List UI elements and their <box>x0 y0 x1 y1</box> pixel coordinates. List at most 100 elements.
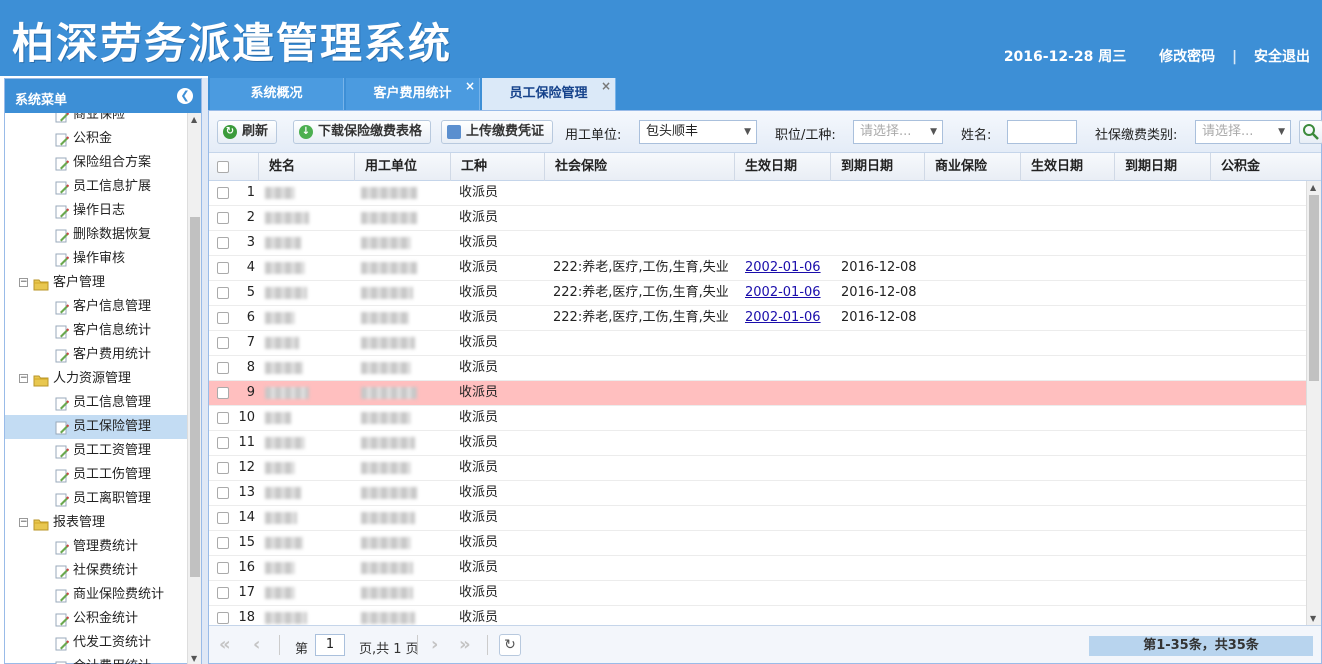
sidebar-item[interactable]: 商业保险费统计 <box>5 583 189 607</box>
sidebar-item[interactable]: − 客户管理 <box>5 271 189 295</box>
pager-refresh-icon[interactable]: ↻ <box>499 634 521 656</box>
name-input[interactable] <box>1007 120 1077 144</box>
row-checkbox[interactable] <box>217 437 229 449</box>
sidebar-scroll-thumb[interactable] <box>190 217 200 577</box>
sidebar-item[interactable]: 保险组合方案 <box>5 151 189 175</box>
last-page-icon[interactable]: » <box>459 636 471 654</box>
col-commercial-start[interactable]: 生效日期 <box>1021 153 1115 181</box>
tab-employee-insurance[interactable]: 员工保险管理 × <box>482 78 616 110</box>
col-social-start[interactable]: 生效日期 <box>735 153 831 181</box>
next-page-icon[interactable]: › <box>431 636 438 654</box>
scroll-down-icon[interactable]: ▼ <box>1310 614 1316 623</box>
table-row[interactable]: 16 收派员 <box>209 556 1306 581</box>
sidebar-item[interactable]: 商业保险 <box>5 113 189 127</box>
row-checkbox[interactable] <box>217 362 229 374</box>
row-checkbox[interactable] <box>217 562 229 574</box>
row-checkbox[interactable] <box>217 237 229 249</box>
table-row[interactable]: 5 收派员 222:养老,医疗,工伤,生育,失业 2002-01-06 2016-12-… <box>209 281 1306 306</box>
scroll-down-icon[interactable]: ▼ <box>191 654 197 663</box>
row-checkbox[interactable] <box>217 487 229 499</box>
col-social-insurance[interactable]: 社会保险 <box>545 153 735 181</box>
sidebar-item[interactable]: 员工信息管理 <box>5 391 189 415</box>
sidebar-item[interactable]: 合计费用统计 <box>5 655 189 664</box>
refresh-button[interactable]: ↻ 刷新 <box>217 120 278 144</box>
col-job[interactable]: 工种 <box>451 153 545 181</box>
row-checkbox[interactable] <box>217 587 229 599</box>
sidebar-item[interactable]: 公积金统计 <box>5 607 189 631</box>
sidebar-item[interactable]: 操作日志 <box>5 199 189 223</box>
sidebar-item[interactable]: 社保费统计 <box>5 559 189 583</box>
sidebar-item[interactable]: − 人力资源管理 <box>5 367 189 391</box>
row-checkbox[interactable] <box>217 387 229 399</box>
sidebar-item[interactable]: 删除数据恢复 <box>5 223 189 247</box>
row-checkbox[interactable] <box>217 412 229 424</box>
close-icon[interactable]: × <box>465 70 475 102</box>
col-name[interactable]: 姓名 <box>259 153 355 181</box>
tab-customer-fees[interactable]: 客户费用统计 × <box>346 78 480 110</box>
row-checkbox[interactable] <box>217 212 229 224</box>
table-row[interactable]: 8 收派员 <box>209 356 1306 381</box>
col-commercial-insurance[interactable]: 商业保险 <box>925 153 1021 181</box>
sidebar-item[interactable]: 员工信息扩展 <box>5 175 189 199</box>
upload-receipt-button[interactable]: 上传缴费凭证 <box>441 120 554 144</box>
sidebar-item[interactable]: 员工保险管理 <box>5 415 189 439</box>
change-password-link[interactable]: 修改密码 <box>1159 49 1215 65</box>
table-row[interactable]: 17 收派员 <box>209 581 1306 606</box>
table-row[interactable]: 6 收派员 222:养老,医疗,工伤,生育,失业 2002-01-06 2016-12-… <box>209 306 1306 331</box>
table-row[interactable]: 4 收派员 222:养老,医疗,工伤,生育,失业 2002-01-06 2016-12-… <box>209 256 1306 281</box>
row-checkbox[interactable] <box>217 512 229 524</box>
sidebar-scrollbar[interactable]: ▲ ▼ <box>187 113 201 664</box>
table-row[interactable]: 2 收派员 <box>209 206 1306 231</box>
table-row[interactable]: 3 收派员 <box>209 231 1306 256</box>
row-checkbox[interactable] <box>217 312 229 324</box>
row-checkbox[interactable] <box>217 337 229 349</box>
employer-select[interactable]: 包头顺丰 ▼ <box>639 120 757 144</box>
table-row[interactable]: 15 收派员 <box>209 531 1306 556</box>
sidebar-item[interactable]: 员工工资管理 <box>5 439 189 463</box>
col-commercial-end[interactable]: 到期日期 <box>1115 153 1211 181</box>
col-social-end[interactable]: 到期日期 <box>831 153 925 181</box>
table-row[interactable]: 13 收派员 <box>209 481 1306 506</box>
table-row[interactable]: 7 收派员 <box>209 331 1306 356</box>
collapse-sidebar-icon[interactable]: ❮ <box>177 88 193 104</box>
grid-scroll-thumb[interactable] <box>1309 195 1319 381</box>
table-row[interactable]: 11 收派员 <box>209 431 1306 456</box>
row-checkbox[interactable] <box>217 537 229 549</box>
collapse-node-icon[interactable]: − <box>19 518 28 527</box>
table-row[interactable]: 18 收派员 <box>209 606 1306 625</box>
sidebar-item[interactable]: 员工离职管理 <box>5 487 189 511</box>
grid-scrollbar[interactable]: ▲ ▼ <box>1306 181 1321 625</box>
sidebar-item[interactable]: 客户费用统计 <box>5 343 189 367</box>
page-number-input[interactable]: 1 <box>315 634 345 656</box>
close-icon[interactable]: × <box>601 70 611 102</box>
col-housing-fund[interactable]: 公积金 <box>1211 153 1321 181</box>
table-row[interactable]: 14 收派员 <box>209 506 1306 531</box>
start-date-link[interactable]: 2002-01-06 <box>745 306 821 330</box>
position-select[interactable]: 请选择... ▼ <box>853 120 943 144</box>
download-table-button[interactable]: ↓ 下载保险缴费表格 <box>293 120 432 144</box>
sidebar-item[interactable]: 客户信息管理 <box>5 295 189 319</box>
row-checkbox[interactable] <box>217 287 229 299</box>
row-checkbox[interactable] <box>217 462 229 474</box>
row-checkbox[interactable] <box>217 187 229 199</box>
sidebar-item[interactable]: 操作审核 <box>5 247 189 271</box>
row-checkbox[interactable] <box>217 262 229 274</box>
start-date-link[interactable]: 2002-01-06 <box>745 281 821 305</box>
sidebar-item[interactable]: 管理费统计 <box>5 535 189 559</box>
table-row[interactable]: 12 收派员 <box>209 456 1306 481</box>
start-date-link[interactable]: 2002-01-06 <box>745 256 821 280</box>
table-row[interactable]: 1 收派员 <box>209 181 1306 206</box>
row-checkbox[interactable] <box>217 612 229 624</box>
table-row[interactable]: 10 收派员 <box>209 406 1306 431</box>
prev-page-icon[interactable]: ‹ <box>253 636 260 654</box>
sidebar-item[interactable]: 公积金 <box>5 127 189 151</box>
table-row[interactable]: 9 收派员 <box>209 381 1306 406</box>
scroll-up-icon[interactable]: ▲ <box>1310 183 1316 192</box>
sidebar-item[interactable]: − 报表管理 <box>5 511 189 535</box>
sidebar-item[interactable]: 员工工伤管理 <box>5 463 189 487</box>
sidebar-item[interactable]: 客户信息统计 <box>5 319 189 343</box>
search-button[interactable] <box>1299 120 1322 144</box>
scroll-up-icon[interactable]: ▲ <box>191 115 197 124</box>
collapse-node-icon[interactable]: − <box>19 374 28 383</box>
sidebar-item[interactable]: 代发工资统计 <box>5 631 189 655</box>
